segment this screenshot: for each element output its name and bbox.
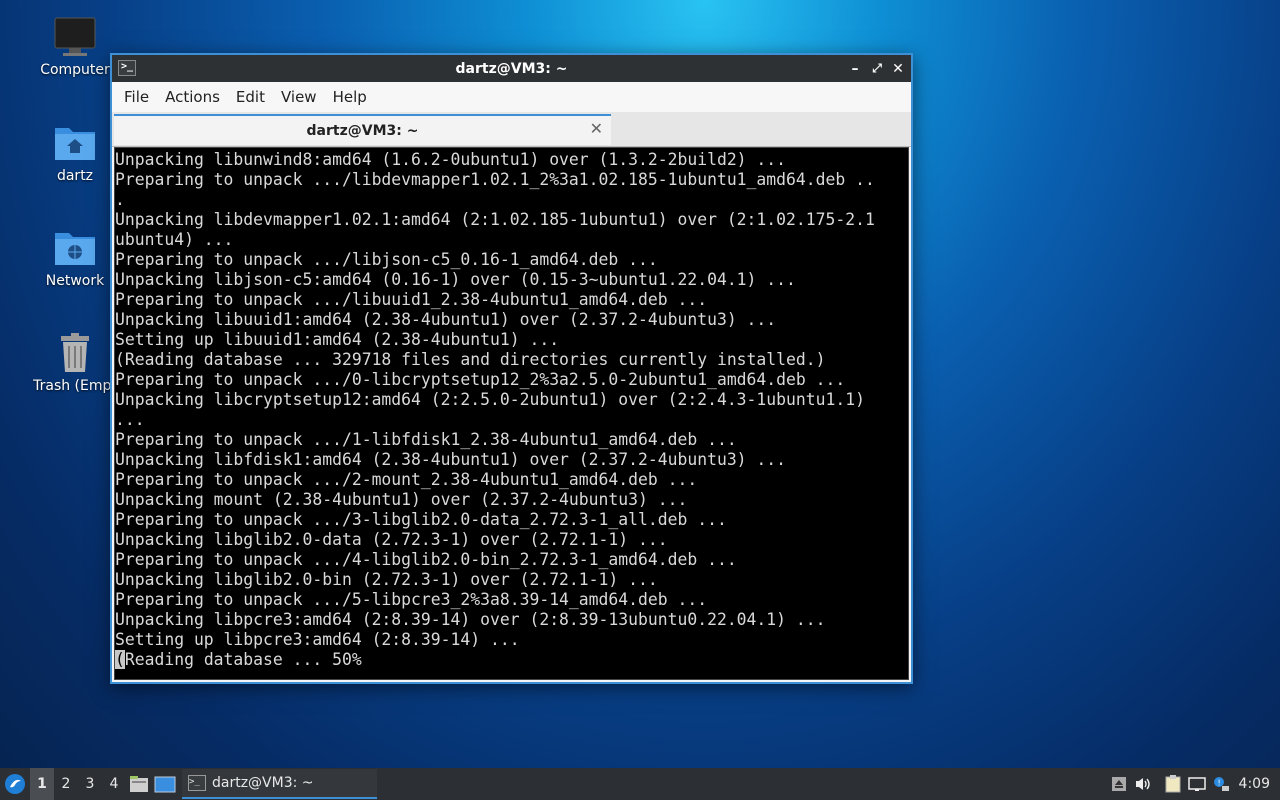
terminal-current-line: (Reading database ... 50% [115,650,908,670]
workspace-1[interactable]: 1 [30,768,54,800]
tab-close-icon[interactable]: ✕ [590,119,603,138]
desktop-icon [154,776,176,793]
terminal-line: Unpacking libglib2.0-data (2.72.3-1) ove… [115,530,668,549]
terminal-line: Preparing to unpack .../libdevmapper1.02… [115,170,875,189]
terminal-line: Unpacking mount (2.38-4ubuntu1) over (2.… [115,490,688,509]
volume-icon[interactable] [1131,768,1155,800]
network-folder-icon [55,233,95,265]
menu-actions[interactable]: Actions [157,88,228,106]
svg-text:!: ! [1217,779,1220,788]
terminal-line: Preparing to unpack .../1-libfdisk1_2.38… [115,430,737,449]
home-folder-icon [55,128,95,160]
taskbar-task-terminal[interactable]: >_ dartz@VM3: ~ [182,769,377,799]
terminal-line: Preparing to unpack .../libjson-c5_0.16-… [115,250,658,269]
workspace-2[interactable]: 2 [54,768,78,800]
terminal-line: Unpacking libpcre3:amd64 (2:8.39-14) ove… [115,610,826,629]
terminal-task-icon: >_ [188,775,206,791]
monitor-icon [54,17,96,56]
terminal-window[interactable]: >_ dartz@VM3: ~ – ⤢ ✕ File Actions Edit … [110,53,913,684]
maximize-button[interactable]: ⤢ [867,55,887,82]
network-status-icon[interactable] [1185,768,1209,800]
terminal-line: Preparing to unpack .../0-libcryptsetup1… [115,370,846,389]
menu-file[interactable]: File [116,88,157,106]
terminal-line: Unpacking libuuid1:amd64 (2.38-4ubuntu1)… [115,310,777,329]
file-manager-launcher[interactable] [126,768,152,800]
workspace-4[interactable]: 4 [102,768,126,800]
terminal-line: Preparing to unpack .../libuuid1_2.38-4u… [115,290,708,309]
terminal-line: Preparing to unpack .../4-libglib2.0-bin… [115,550,737,569]
terminal-line: Preparing to unpack .../3-libglib2.0-dat… [115,510,727,529]
workspace-3[interactable]: 3 [78,768,102,800]
terminal-line: Unpacking libunwind8:amd64 (1.6.2-0ubunt… [115,150,787,169]
clipboard-icon[interactable] [1161,768,1185,800]
terminal-line: Unpacking libcryptsetup12:amd64 (2:2.5.0… [115,390,865,409]
eject-icon[interactable] [1107,768,1131,800]
terminal-line: Preparing to unpack .../5-libpcre3_2%3a8… [115,590,708,609]
tab-bar: dartz@VM3: ~ ✕ [112,112,911,147]
terminal-output[interactable]: Unpacking libunwind8:amd64 (1.6.2-0ubunt… [114,147,909,680]
tab-title: dartz@VM3: ~ [306,122,419,139]
terminal-line: Unpacking libglib2.0-bin (2.72.3-1) over… [115,570,658,589]
taskbar: 1 2 3 4 >_ dartz@VM3: ~ ! 4:09 [0,768,1280,800]
terminal-progress-text: Reading database ... 50% [124,650,362,669]
menu-help[interactable]: Help [325,88,375,106]
close-button[interactable]: ✕ [888,55,908,82]
terminal-line: ... [115,410,145,429]
minimize-button[interactable]: – [845,55,865,82]
show-desktop-launcher[interactable] [152,768,178,800]
terminal-line: . [115,190,125,209]
terminal-line: Unpacking libjson-c5:amd64 (0.16-1) over… [115,270,796,289]
window-titlebar[interactable]: >_ dartz@VM3: ~ – ⤢ ✕ [112,55,911,82]
clock[interactable]: 4:09 [1233,776,1280,792]
menu-view[interactable]: View [273,88,325,106]
task-label: dartz@VM3: ~ [212,775,314,791]
trash-icon [61,333,89,372]
terminal-cursor: ( [115,650,125,669]
terminal-line: Preparing to unpack .../2-mount_2.38-4ub… [115,470,698,489]
terminal-tab[interactable]: dartz@VM3: ~ ✕ [114,114,611,145]
file-manager-icon [130,776,148,792]
menu-bar: File Actions Edit View Help [112,82,911,112]
terminal-line: Setting up libpcre3:amd64 (2:8.39-14) ..… [115,630,520,649]
terminal-line: Unpacking libdevmapper1.02.1:amd64 (2:1.… [115,210,875,229]
start-menu-button[interactable] [0,768,30,800]
lubuntu-logo-icon [5,774,25,794]
system-tray: ! 4:09 [1107,768,1280,800]
terminal-line: Setting up libuuid1:amd64 (2.38-4ubuntu1… [115,330,560,349]
window-title: dartz@VM3: ~ [455,60,568,77]
terminal-line: (Reading database ... 329718 files and d… [115,350,826,369]
terminal-app-icon: >_ [118,60,136,76]
menu-edit[interactable]: Edit [228,88,273,106]
terminal-line: Unpacking libfdisk1:amd64 (2.38-4ubuntu1… [115,450,787,469]
terminal-line: ubuntu4) ... [115,230,234,249]
notification-icon[interactable]: ! [1209,768,1233,800]
